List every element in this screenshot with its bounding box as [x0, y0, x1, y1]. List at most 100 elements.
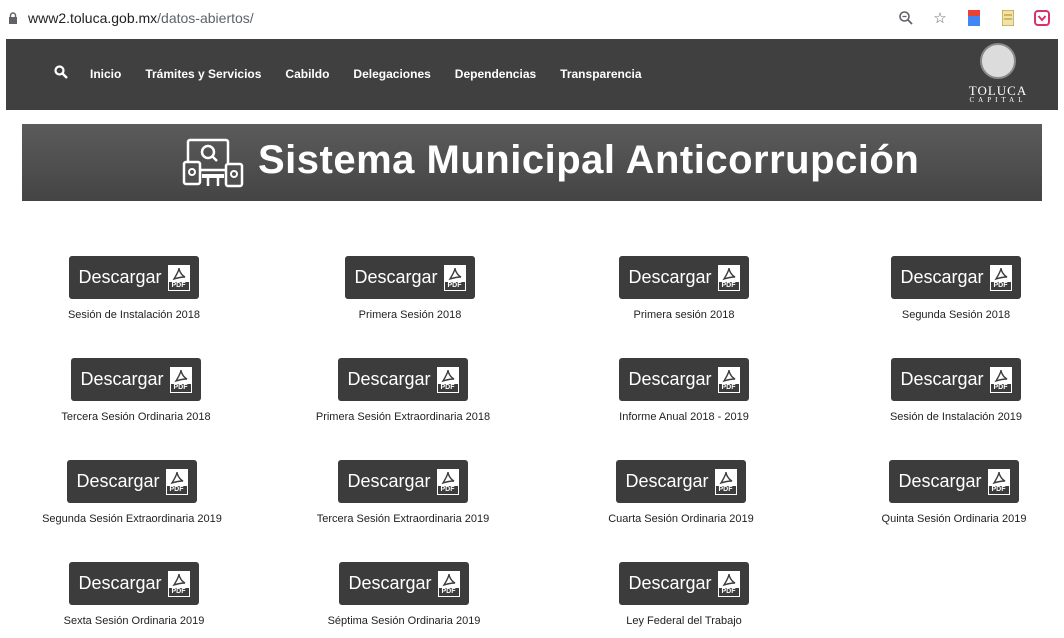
download-button[interactable]: Descargar PDF: [889, 460, 1019, 503]
download-button[interactable]: Descargar PDF: [338, 460, 468, 503]
nav-item-dependencias[interactable]: Dependencias: [455, 67, 536, 81]
download-button[interactable]: Descargar PDF: [891, 358, 1021, 401]
download-label: Descargar: [628, 573, 712, 593]
download-label: Descargar: [628, 267, 712, 287]
document-item: Descargar PDF Segunda Sesión Extraordinar…: [34, 460, 230, 525]
pdf-tag: PDF: [715, 485, 736, 494]
download-label: Descargar: [78, 573, 162, 593]
document-item: Descargar PDF Tercera Sesión Extraordinar…: [308, 460, 498, 525]
document-caption: Séptima Sesión Ordinaria 2019: [327, 615, 481, 627]
pdf-icon: PDF: [167, 264, 190, 291]
document-caption: Primera Sesión 2018: [358, 309, 462, 321]
download-label: Descargar: [625, 471, 709, 491]
download-button[interactable]: Descargar PDF: [338, 358, 468, 401]
document-item: Descargar PDF Sesión de Instalación 2018: [54, 256, 214, 321]
document-caption: Primera Sesión Extraordinaria 2018: [315, 411, 491, 423]
pdf-icon: PDF: [717, 366, 740, 393]
extension-icon-1[interactable]: [964, 8, 984, 28]
devices-search-icon: [182, 138, 244, 188]
pdf-tag: PDF: [170, 383, 191, 392]
pdf-tag: PDF: [166, 485, 187, 494]
document-caption: Segunda Sesión 2018: [901, 309, 1011, 321]
zoom-icon[interactable]: [896, 8, 916, 28]
document-item: Descargar PDF Sexta Sesión Ordinaria 2019: [52, 562, 216, 627]
nav-item-delegaciones[interactable]: Delegaciones: [353, 67, 430, 81]
download-label: Descargar: [347, 471, 431, 491]
download-label: Descargar: [900, 267, 984, 287]
pdf-tag: PDF: [437, 383, 458, 392]
page-title: Sistema Municipal Anticorrupción: [258, 138, 920, 182]
download-button[interactable]: Descargar PDF: [619, 358, 749, 401]
document-item: Descargar PDF Tercera Sesión Ordinaria 20…: [56, 358, 216, 423]
pdf-icon: PDF: [169, 366, 192, 393]
pdf-icon: PDF: [717, 570, 740, 597]
document-item: Descargar PDF Quinta Sesión Ordinaria 201…: [864, 460, 1044, 525]
pdf-tag: PDF: [437, 485, 458, 494]
download-button[interactable]: Descargar PDF: [616, 460, 746, 503]
url-text[interactable]: www2.toluca.gob.mx/datos-abiertos/: [28, 10, 254, 26]
download-button[interactable]: Descargar PDF: [345, 256, 475, 299]
document-item: Descargar PDF Primera Sesión 2018: [330, 256, 490, 321]
url-host: www2.toluca.gob.mx: [28, 10, 158, 26]
pdf-icon: PDF: [714, 468, 737, 495]
download-label: Descargar: [347, 369, 431, 389]
pdf-icon: PDF: [989, 264, 1012, 291]
download-button[interactable]: Descargar PDF: [891, 256, 1021, 299]
nav-item-transparencia[interactable]: Transparencia: [560, 67, 641, 81]
nav-item-tramites[interactable]: Trámites y Servicios: [145, 67, 261, 81]
pdf-tag: PDF: [718, 383, 739, 392]
document-caption: Sesión de Instalación 2018: [67, 309, 201, 321]
pdf-tag: PDF: [990, 383, 1011, 392]
pdf-tag: PDF: [718, 281, 739, 290]
download-label: Descargar: [76, 471, 160, 491]
download-button[interactable]: Descargar PDF: [69, 562, 199, 605]
pdf-tag: PDF: [444, 281, 465, 290]
extension-icon-2[interactable]: [998, 8, 1018, 28]
document-item: Descargar PDF Ley Federal del Trabajo: [604, 562, 764, 627]
document-item: Descargar PDF Segunda Sesión 2018: [876, 256, 1036, 321]
document-item: Descargar PDF Informe Anual 2018 - 2019: [604, 358, 764, 423]
download-button[interactable]: Descargar PDF: [69, 256, 199, 299]
nav-item-inicio[interactable]: Inicio: [90, 67, 121, 81]
seal-icon: [980, 43, 1016, 79]
download-label: Descargar: [78, 267, 162, 287]
document-caption: Ley Federal del Trabajo: [626, 615, 742, 627]
download-label: Descargar: [628, 369, 712, 389]
document-caption: Quinta Sesión Ordinaria 2019: [881, 513, 1027, 525]
browser-address-bar: www2.toluca.gob.mx/datos-abiertos/ ☆: [0, 0, 1064, 38]
toluca-logo[interactable]: TOLUCA CAPITAL: [962, 41, 1034, 107]
logo-subtitle: CAPITAL: [969, 96, 1027, 104]
document-item: Descargar PDF Séptima Sesión Ordinaria 20…: [316, 562, 492, 627]
pdf-icon: PDF: [165, 468, 188, 495]
document-item: Descargar PDF Primera sesión 2018: [604, 256, 764, 321]
download-label: Descargar: [348, 573, 432, 593]
pdf-tag: PDF: [988, 485, 1009, 494]
download-label: Descargar: [354, 267, 438, 287]
download-button[interactable]: Descargar PDF: [71, 358, 201, 401]
download-label: Descargar: [898, 471, 982, 491]
extension-icon-3[interactable]: [1032, 8, 1052, 28]
pdf-tag: PDF: [168, 587, 189, 596]
site-navbar: Inicio Trámites y Servicios Cabildo Dele…: [6, 39, 1058, 110]
document-item: Descargar PDF Cuarta Sesión Ordinaria 201…: [596, 460, 766, 525]
pdf-tag: PDF: [168, 281, 189, 290]
pdf-tag: PDF: [718, 587, 739, 596]
search-icon[interactable]: [54, 65, 68, 79]
pdf-icon: PDF: [717, 264, 740, 291]
download-button[interactable]: Descargar PDF: [619, 256, 749, 299]
document-caption: Sexta Sesión Ordinaria 2019: [63, 615, 205, 627]
document-caption: Tercera Sesión Ordinaria 2018: [61, 411, 211, 423]
nav-item-cabildo[interactable]: Cabildo: [285, 67, 329, 81]
url-path: /datos-abiertos/: [157, 10, 254, 26]
download-button[interactable]: Descargar PDF: [67, 460, 197, 503]
pdf-icon: PDF: [436, 468, 459, 495]
lock-icon: [9, 12, 17, 24]
download-button[interactable]: Descargar PDF: [339, 562, 469, 605]
pdf-icon: PDF: [987, 468, 1010, 495]
document-item: Descargar PDF Sesión de Instalación 2019: [874, 358, 1038, 423]
star-icon[interactable]: ☆: [930, 8, 950, 28]
download-button[interactable]: Descargar PDF: [619, 562, 749, 605]
pdf-icon: PDF: [443, 264, 466, 291]
pdf-icon: PDF: [989, 366, 1012, 393]
pdf-icon: PDF: [167, 570, 190, 597]
